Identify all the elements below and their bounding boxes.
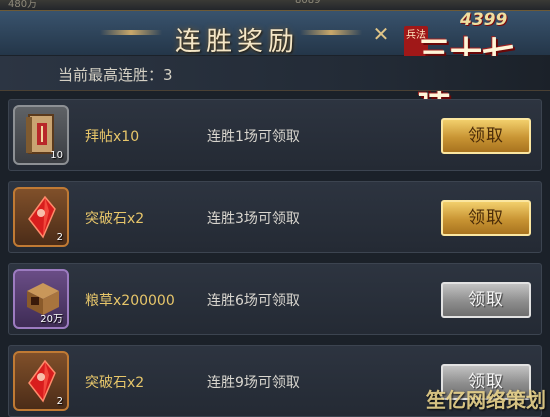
claim-button[interactable]: 领取 xyxy=(441,200,531,236)
item-quantity: 20万 xyxy=(40,314,63,325)
item-slot[interactable]: 2 xyxy=(13,351,69,411)
current-streak-label: 当前最高连胜：3 xyxy=(58,66,173,84)
item-slot[interactable]: 10 xyxy=(13,105,69,165)
reward-row: 2 突破石x2 连胜3场可领取 领取 xyxy=(8,181,542,253)
streak-bar: 当前最高连胜：3 xyxy=(0,56,550,91)
item-quantity: 10 xyxy=(50,150,63,161)
item-slot[interactable]: 20万 xyxy=(13,269,69,329)
breakthrough-stone-icon xyxy=(28,359,56,403)
claim-condition: 连胜9场可领取 xyxy=(207,375,300,391)
claim-button[interactable]: 领取 xyxy=(441,282,531,318)
claim-condition: 连胜6场可领取 xyxy=(207,293,300,309)
item-slot[interactable]: 2 xyxy=(13,187,69,247)
item-name: 粮草x200000 xyxy=(85,293,175,309)
reward-list[interactable]: 10 拜帖x10 连胜1场可领取 领取 2 突破石x2 连胜3场可领取 领取 2… xyxy=(0,91,550,417)
title-ornament-right xyxy=(300,30,362,35)
right-resource: 8089 xyxy=(295,0,321,6)
left-resource: 480万 xyxy=(8,0,38,10)
panel-title: 连胜奖励 xyxy=(175,27,300,57)
breakthrough-stone-icon xyxy=(28,195,56,239)
claim-condition: 连胜3场可领取 xyxy=(207,211,300,227)
logo-number: 4399 xyxy=(460,10,508,30)
reward-row: 10 拜帖x10 连胜1场可领取 领取 xyxy=(8,99,542,171)
claim-condition: 连胜1场可领取 xyxy=(207,129,300,145)
title-ornament-left xyxy=(100,30,162,35)
claim-button[interactable]: 领取 xyxy=(441,118,531,154)
item-name: 突破石x2 xyxy=(85,375,145,391)
item-quantity: 2 xyxy=(56,396,63,407)
reward-row: 20万 粮草x200000 连胜6场可领取 领取 xyxy=(8,263,542,335)
item-name: 突破石x2 xyxy=(85,211,145,227)
item-name: 拜帖x10 xyxy=(85,129,140,145)
close-icon[interactable]: ✕ xyxy=(370,23,392,45)
watermark: 笙亿网络策划 xyxy=(426,388,546,412)
item-quantity: 2 xyxy=(56,232,63,243)
